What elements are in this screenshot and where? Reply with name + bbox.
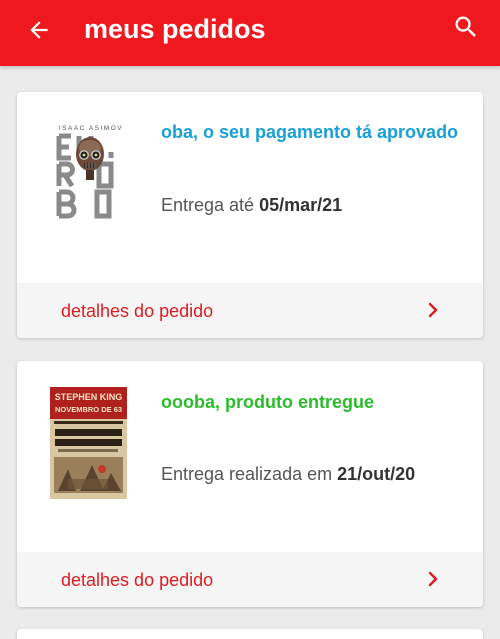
order-card[interactable]: STEPHEN KING NOVEMBRO DE 63 oooba, produ…: [17, 361, 483, 607]
order-details-label: detalhes do pedido: [61, 570, 214, 590]
order-details-label: detalhes do pedido: [61, 301, 214, 321]
order-summary[interactable]: STEPHEN KING NOVEMBRO DE 63 oooba, produ…: [17, 361, 483, 552]
delivery-label: Entrega realizada em: [161, 464, 338, 484]
chevron-right-icon: [423, 299, 443, 321]
delivery-label: Entrega até: [161, 195, 260, 215]
book-cover-novembro-de-63: STEPHEN KING NOVEMBRO DE 63: [50, 387, 127, 499]
app-bar: meus pedidos: [0, 0, 500, 66]
order-details-link[interactable]: detalhes do pedido: [17, 552, 483, 607]
order-card[interactable]: ISAAC ASIMOV oba, o seu pagamento tá apr…: [17, 92, 483, 338]
order-status: oba, o seu pagamento tá aprovado: [161, 122, 459, 142]
delivery-date: 21/out/20: [337, 464, 416, 484]
back-button[interactable]: [22, 13, 56, 47]
order-card[interactable]: [17, 629, 483, 639]
delivery-info: Entrega realizada em 21/out/20: [161, 464, 415, 485]
order-status: oooba, produto entregue: [161, 392, 374, 412]
book-subtitle: NOVEMBRO DE 63: [55, 405, 122, 414]
search-icon: [455, 16, 476, 37]
page-title: meus pedidos: [84, 14, 266, 44]
chevron-right-icon: [423, 568, 443, 590]
delivery-info: Entrega até 05/mar/21: [161, 195, 342, 216]
book-author: STEPHEN KING: [55, 392, 123, 402]
order-summary[interactable]: ISAAC ASIMOV oba, o seu pagamento tá apr…: [17, 92, 483, 283]
search-button[interactable]: [449, 10, 483, 44]
arrow-back-icon: [30, 21, 48, 39]
book-author: ISAAC ASIMOV: [59, 125, 123, 132]
order-details-link[interactable]: detalhes do pedido: [17, 283, 483, 338]
delivery-date: 05/mar/21: [259, 195, 343, 215]
book-cover-eu-robo: ISAAC ASIMOV: [53, 122, 129, 228]
